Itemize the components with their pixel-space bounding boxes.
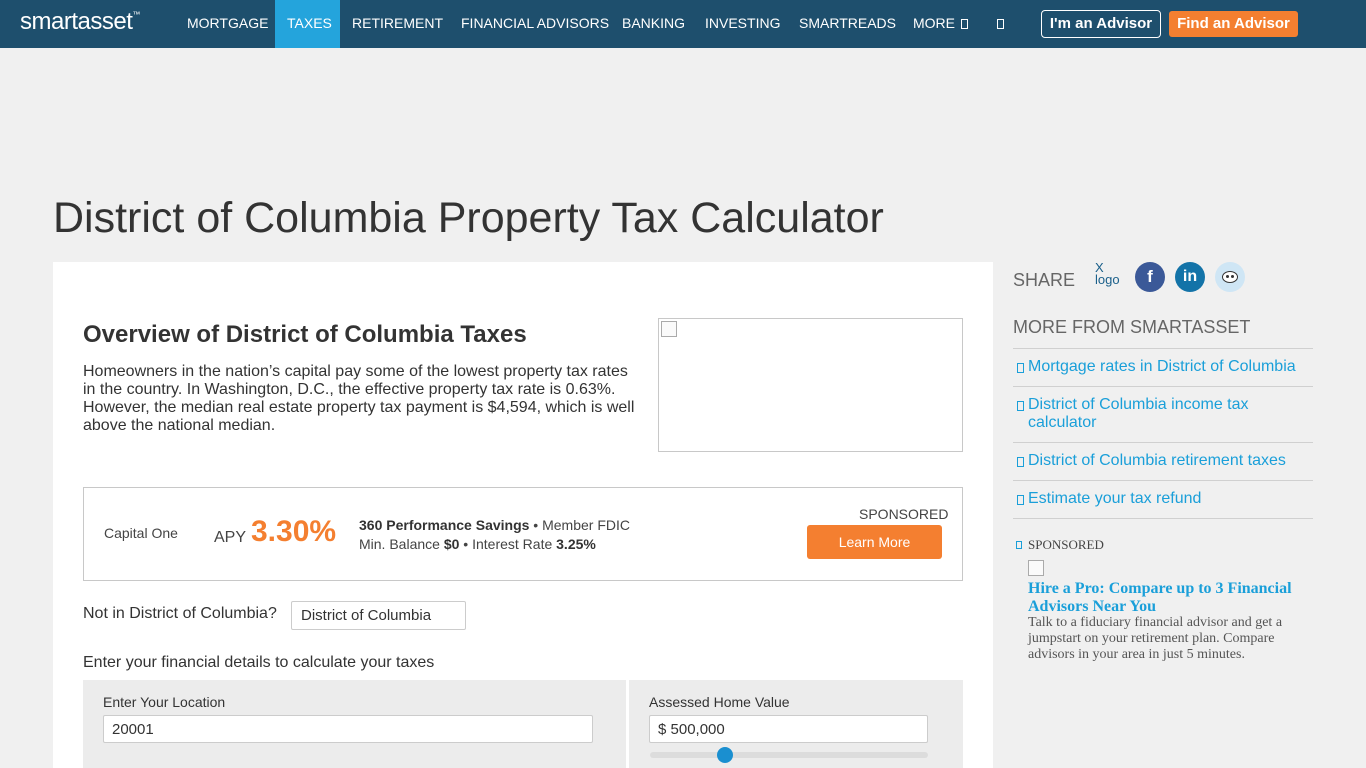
enter-details-label: Enter your financial details to calculat… bbox=[83, 654, 435, 671]
more-link-label[interactable]: District of Columbia retirement taxes bbox=[1028, 452, 1286, 469]
reddit-face-glyph bbox=[1222, 271, 1238, 283]
top-nav: smartasset™ MORTGAGE TAXES RETIREMENT FI… bbox=[0, 0, 1366, 48]
location-label: Enter Your Location bbox=[103, 694, 226, 710]
promo-product: 360 Performance Savings bbox=[359, 517, 530, 533]
bullet-icon bbox=[1016, 541, 1022, 549]
home-value-label: Assessed Home Value bbox=[649, 694, 790, 710]
smartasset-logo[interactable]: smartasset™ bbox=[20, 8, 140, 36]
nav-investing[interactable]: INVESTING bbox=[693, 0, 792, 48]
location-input[interactable] bbox=[103, 715, 593, 743]
search-icon[interactable] bbox=[997, 19, 1004, 30]
nav-more-label[interactable]: MORE bbox=[913, 15, 955, 31]
overview-image bbox=[658, 318, 963, 452]
form-divider bbox=[626, 680, 629, 768]
nav-taxes[interactable]: TAXES bbox=[275, 0, 340, 48]
sponsored-label: SPONSORED bbox=[859, 506, 949, 522]
more-link-mortgage-rates[interactable]: Mortgage rates in District of Columbia bbox=[1013, 349, 1313, 387]
nav-smartreads[interactable]: SMARTREADS bbox=[787, 0, 908, 48]
slider-handle[interactable] bbox=[717, 747, 734, 763]
overview-text: Homeowners in the nation’s capital pay s… bbox=[83, 363, 635, 434]
more-link-label[interactable]: Estimate your tax refund bbox=[1028, 490, 1201, 507]
apy-label: APY bbox=[214, 529, 247, 546]
page-title: District of Columbia Property Tax Calcul… bbox=[53, 194, 884, 242]
nav-retirement[interactable]: RETIREMENT bbox=[340, 0, 455, 48]
calculator-form: Enter Your Location Assessed Home Value bbox=[83, 680, 963, 768]
min-balance-value: $0 bbox=[443, 536, 460, 552]
state-select[interactable]: District of Columbia bbox=[291, 601, 466, 630]
bullet-icon bbox=[1017, 457, 1024, 467]
not-in-state-label: Not in District of Columbia? bbox=[83, 605, 277, 622]
sponsored-promo: Capital One APY 3.30% 360 Performance Sa… bbox=[83, 487, 963, 581]
promo-fdic: Member FDIC bbox=[542, 517, 631, 533]
more-links-list: Mortgage rates in District of Columbia D… bbox=[1013, 348, 1313, 519]
share-label: SHARE bbox=[1013, 270, 1076, 290]
sponsored-ad-description: Talk to a fiduciary financial advisor an… bbox=[1028, 615, 1283, 662]
sidebar-sponsored-label: SPONSORED bbox=[1028, 537, 1104, 552]
broken-image-icon bbox=[1028, 560, 1044, 576]
nav-financial-advisors[interactable]: FINANCIAL ADVISORS bbox=[449, 0, 621, 48]
linkedin-icon[interactable]: in bbox=[1175, 262, 1205, 292]
reddit-icon[interactable] bbox=[1215, 262, 1245, 292]
chevron-down-icon[interactable] bbox=[961, 19, 968, 30]
nav-mortgage[interactable]: MORTGAGE bbox=[175, 0, 280, 48]
more-link-retirement-taxes[interactable]: District of Columbia retirement taxes bbox=[1013, 443, 1313, 481]
nav-search[interactable] bbox=[985, 0, 1016, 48]
home-value-slider[interactable] bbox=[650, 747, 928, 763]
bullet-icon bbox=[1017, 401, 1024, 411]
find-an-advisor-button[interactable]: Find an Advisor bbox=[1169, 11, 1298, 37]
main-card: Overview of District of Columbia Taxes H… bbox=[53, 262, 993, 768]
more-from-smartasset-header: MORE FROM SMARTASSET bbox=[1013, 317, 1251, 337]
promo-rates-line: Min. Balance $0 • Interest Rate 3.25% bbox=[359, 536, 596, 552]
more-link-income-tax[interactable]: District of Columbia income tax calculat… bbox=[1013, 387, 1313, 443]
min-balance-label: Min. Balance bbox=[359, 536, 440, 552]
interest-rate-label: Interest Rate bbox=[472, 536, 553, 552]
nav-more[interactable]: MORE bbox=[901, 0, 980, 48]
logo-tm: ™ bbox=[132, 10, 140, 19]
bullet-icon bbox=[1017, 495, 1024, 505]
nav-banking[interactable]: BANKING bbox=[610, 0, 697, 48]
more-link-tax-refund[interactable]: Estimate your tax refund bbox=[1013, 481, 1313, 519]
logo-text[interactable]: smartasset bbox=[20, 8, 133, 35]
bullet-icon bbox=[1017, 363, 1024, 373]
more-link-label[interactable]: Mortgage rates in District of Columbia bbox=[1028, 358, 1296, 375]
apy-value: 3.30% bbox=[251, 515, 337, 548]
learn-more-button[interactable]: Learn More bbox=[807, 525, 942, 559]
more-link-label[interactable]: District of Columbia income tax calculat… bbox=[1028, 396, 1249, 431]
overview-title: Overview of District of Columbia Taxes bbox=[83, 321, 527, 348]
home-value-input[interactable] bbox=[649, 715, 928, 743]
x-logo-icon[interactable]: X logo bbox=[1095, 262, 1125, 292]
sponsored-ad-title[interactable]: Hire a Pro: Compare up to 3 Financial Ad… bbox=[1028, 580, 1313, 616]
capital-one-logo-alt: Capital One bbox=[104, 525, 178, 541]
facebook-icon[interactable]: f bbox=[1135, 262, 1165, 292]
broken-image-icon bbox=[661, 321, 677, 337]
promo-product-line: 360 Performance Savings • Member FDIC bbox=[359, 517, 631, 533]
interest-rate-value: 3.25% bbox=[556, 536, 596, 552]
im-an-advisor-button[interactable]: I'm an Advisor bbox=[1041, 10, 1161, 38]
capital-one-logo: Capital One bbox=[104, 525, 178, 541]
